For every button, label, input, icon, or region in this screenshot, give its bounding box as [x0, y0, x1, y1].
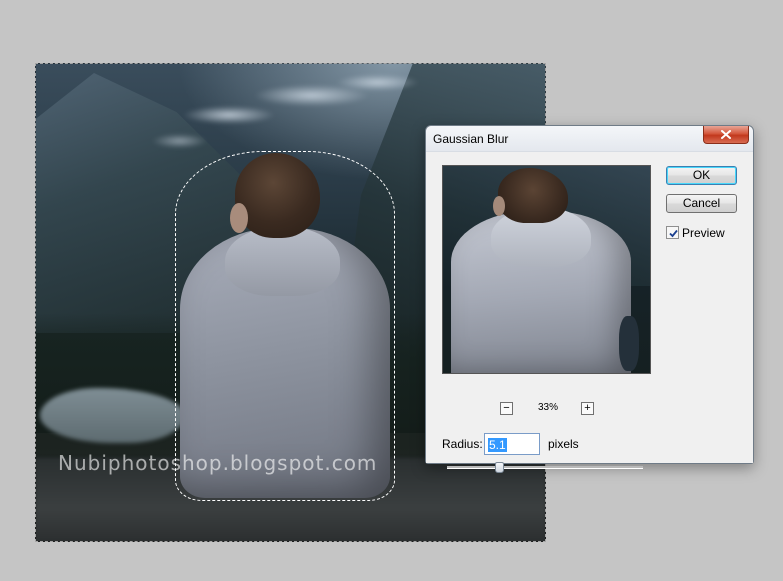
person-ear [230, 203, 248, 233]
watermark-text: Nubiphotoshop.blogspot.com [58, 451, 378, 475]
zoom-controls: − 33% + [500, 402, 596, 416]
dialog-titlebar[interactable]: Gaussian Blur [426, 126, 753, 152]
preview-label: Preview [682, 226, 725, 240]
cancel-button[interactable]: Cancel [666, 194, 737, 213]
preview-person-ear [493, 196, 505, 216]
checkmark-icon [669, 229, 678, 238]
zoom-in-button[interactable]: + [581, 402, 594, 415]
zoom-out-button[interactable]: − [500, 402, 513, 415]
preview-person-knee [619, 316, 639, 371]
person-head [235, 153, 320, 238]
radius-input[interactable]: 5.1 [484, 433, 540, 455]
gaussian-blur-dialog: Gaussian Blur − 33% + Radius: 5.1 pixels… [425, 125, 754, 473]
dialog-title: Gaussian Blur [433, 132, 509, 146]
preview-checkbox[interactable] [666, 226, 679, 239]
radius-slider-track[interactable] [447, 466, 643, 469]
radius-label: Radius: [442, 437, 483, 451]
close-button[interactable] [703, 126, 749, 144]
preview-thumbnail[interactable] [442, 165, 651, 374]
close-icon [721, 130, 731, 139]
preview-person-body [451, 207, 631, 373]
zoom-level: 33% [537, 402, 558, 413]
radius-unit: pixels [548, 437, 579, 451]
radius-slider-thumb[interactable] [495, 462, 505, 473]
dialog-body: − 33% + Radius: 5.1 pixels OK Cancel Pre… [426, 152, 753, 473]
radius-value: 5.1 [488, 438, 507, 452]
ok-button[interactable]: OK [666, 166, 737, 185]
